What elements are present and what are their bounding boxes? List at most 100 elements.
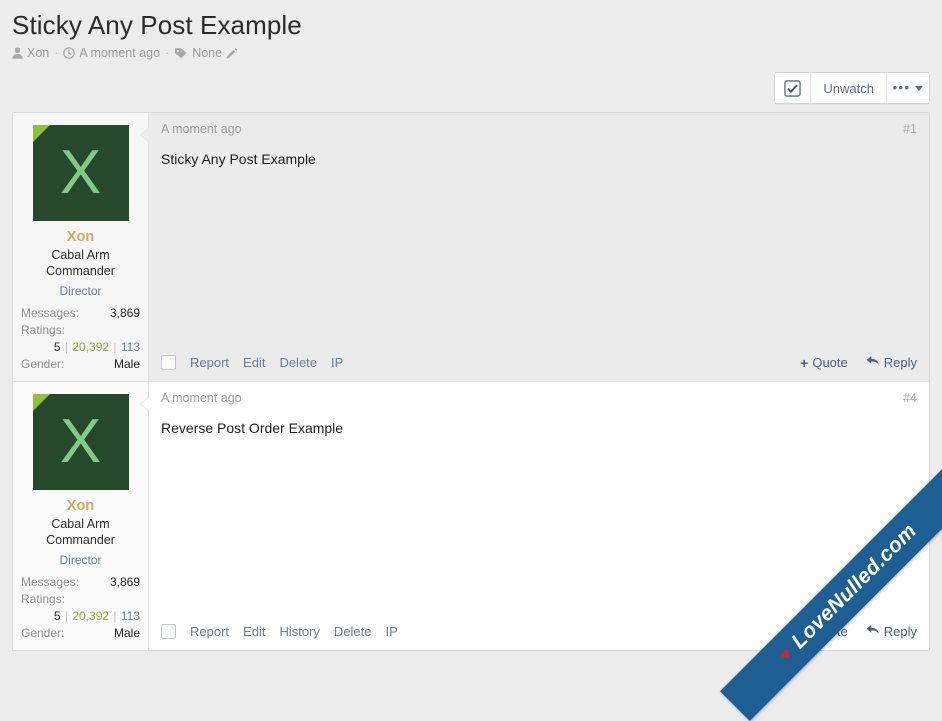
- rating-divider-2: |: [112, 340, 117, 354]
- avatar-corner-badge-icon: [33, 125, 50, 142]
- message-post-1: X Xon Cabal Arm Commander Director Messa…: [13, 113, 929, 382]
- message-list: X Xon Cabal Arm Commander Director Messa…: [12, 112, 930, 651]
- post-body: Reverse Post Order Example: [149, 405, 929, 614]
- thread-tags: None: [192, 45, 222, 61]
- stat-ratings-values: 5 | 20,392 | 113: [21, 608, 140, 625]
- quote-label: Quote: [812, 355, 847, 370]
- post-body: Sticky Any Post Example: [149, 136, 929, 345]
- avatar-letter: X: [60, 411, 101, 473]
- post-content-area: A moment ago #4 Reverse Post Order Examp…: [149, 382, 929, 650]
- thread-actions-bar: Unwatch •••: [0, 72, 942, 102]
- more-dots-icon: •••: [893, 85, 911, 91]
- reply-label: Reply: [884, 624, 917, 639]
- stat-messages-label: Messages:: [21, 305, 79, 322]
- reply-button[interactable]: Reply: [866, 624, 917, 639]
- unwatch-button[interactable]: Unwatch: [811, 73, 887, 103]
- post-number[interactable]: #1: [903, 122, 917, 136]
- avatar[interactable]: X: [33, 394, 129, 490]
- page-header: Sticky Any Post Example Xon · A moment a…: [0, 0, 942, 61]
- more-options-button[interactable]: •••: [887, 73, 929, 103]
- pencil-icon[interactable]: [226, 47, 238, 59]
- post-user-banner: Director: [21, 282, 140, 300]
- avatar[interactable]: X: [33, 125, 129, 221]
- stat-gender-label: Gender:: [21, 356, 64, 373]
- thread-meta: Xon · A moment ago · None: [12, 45, 930, 61]
- page-title: Sticky Any Post Example: [12, 8, 930, 42]
- rating-positive: 5: [54, 609, 61, 623]
- post-user-card: X Xon Cabal Arm Commander Director Messa…: [13, 382, 149, 650]
- rating-negative: 113: [121, 340, 140, 354]
- post-username[interactable]: Xon: [21, 497, 140, 515]
- message-pointer-icon: [141, 127, 150, 143]
- chevron-down-icon: [915, 86, 923, 91]
- post-action-ip[interactable]: IP: [331, 355, 343, 370]
- watch-button-group: Unwatch •••: [774, 72, 930, 104]
- post-user-title: Cabal Arm Commander: [21, 247, 140, 279]
- stat-gender: Gender: Male: [21, 356, 140, 373]
- post-action-ip[interactable]: IP: [385, 624, 397, 639]
- quote-button[interactable]: + Quote: [800, 355, 848, 370]
- stat-messages-label: Messages:: [21, 574, 79, 591]
- post-actions-left: Report Edit Delete IP: [161, 355, 343, 370]
- stat-gender-value: Male: [114, 356, 140, 373]
- post-action-edit[interactable]: Edit: [243, 624, 265, 639]
- post-action-delete[interactable]: Delete: [279, 355, 317, 370]
- post-footer: Report Edit History Delete IP + Quote: [149, 614, 929, 650]
- reply-button[interactable]: Reply: [866, 355, 917, 370]
- post-actions-right: + Quote Reply: [800, 355, 917, 370]
- post-header: A moment ago #1: [149, 113, 929, 136]
- stat-messages-value: 3,869: [110, 305, 140, 322]
- post-time[interactable]: A moment ago: [161, 122, 242, 136]
- quote-label: Quote: [812, 624, 847, 639]
- post-action-delete[interactable]: Delete: [334, 624, 372, 639]
- post-user-stats: Messages: 3,869 Ratings: 5 | 20,392 | 11…: [21, 574, 140, 642]
- thread-author-link[interactable]: Xon: [27, 45, 49, 61]
- post-number[interactable]: #4: [903, 391, 917, 405]
- post-actions-left: Report Edit History Delete IP: [161, 624, 398, 639]
- post-action-edit[interactable]: Edit: [243, 355, 265, 370]
- rating-divider-2: |: [112, 609, 117, 623]
- post-action-report[interactable]: Report: [190, 624, 229, 639]
- meta-separator-1: ·: [53, 45, 59, 61]
- stat-ratings-values: 5 | 20,392 | 113: [21, 339, 140, 356]
- plus-icon: +: [800, 626, 808, 638]
- stat-gender-label: Gender:: [21, 625, 64, 642]
- clock-icon: [63, 47, 75, 59]
- post-select-checkbox[interactable]: [161, 624, 176, 639]
- post-action-history[interactable]: History: [279, 624, 319, 639]
- stat-messages: Messages: 3,869: [21, 574, 140, 591]
- post-select-checkbox[interactable]: [161, 355, 176, 370]
- reply-label: Reply: [884, 355, 917, 370]
- post-user-banner: Director: [21, 551, 140, 569]
- post-action-report[interactable]: Report: [190, 355, 229, 370]
- tag-icon: [174, 47, 188, 59]
- user-icon: [12, 47, 23, 59]
- watch-state-checkbox-icon[interactable]: [775, 73, 811, 103]
- post-time[interactable]: A moment ago: [161, 391, 242, 405]
- message-pointer-icon: [141, 396, 150, 412]
- plus-icon: +: [800, 357, 808, 369]
- rating-divider-1: |: [64, 340, 69, 354]
- post-user-card: X Xon Cabal Arm Commander Director Messa…: [13, 113, 149, 381]
- post-user-stats: Messages: 3,869 Ratings: 5 | 20,392 | 11…: [21, 305, 140, 373]
- post-content-area: A moment ago #1 Sticky Any Post Example …: [149, 113, 929, 381]
- stat-messages-value: 3,869: [110, 574, 140, 591]
- thread-time: A moment ago: [79, 45, 160, 61]
- rating-negative: 113: [121, 609, 140, 623]
- stat-ratings-label: Ratings:: [21, 591, 140, 608]
- rating-neutral: 20,392: [72, 609, 109, 623]
- reply-arrow-icon: [866, 355, 880, 370]
- rating-positive: 5: [54, 340, 61, 354]
- avatar-letter: X: [60, 142, 101, 204]
- rating-neutral: 20,392: [72, 340, 109, 354]
- reply-arrow-icon: [866, 624, 880, 639]
- rating-divider-1: |: [64, 609, 69, 623]
- message-post-2: X Xon Cabal Arm Commander Director Messa…: [13, 382, 929, 650]
- quote-button[interactable]: + Quote: [800, 624, 848, 639]
- stat-ratings-label: Ratings:: [21, 322, 140, 339]
- post-header: A moment ago #4: [149, 382, 929, 405]
- post-username[interactable]: Xon: [21, 228, 140, 246]
- stat-messages: Messages: 3,869: [21, 305, 140, 322]
- stat-gender-value: Male: [114, 625, 140, 642]
- post-user-title: Cabal Arm Commander: [21, 516, 140, 548]
